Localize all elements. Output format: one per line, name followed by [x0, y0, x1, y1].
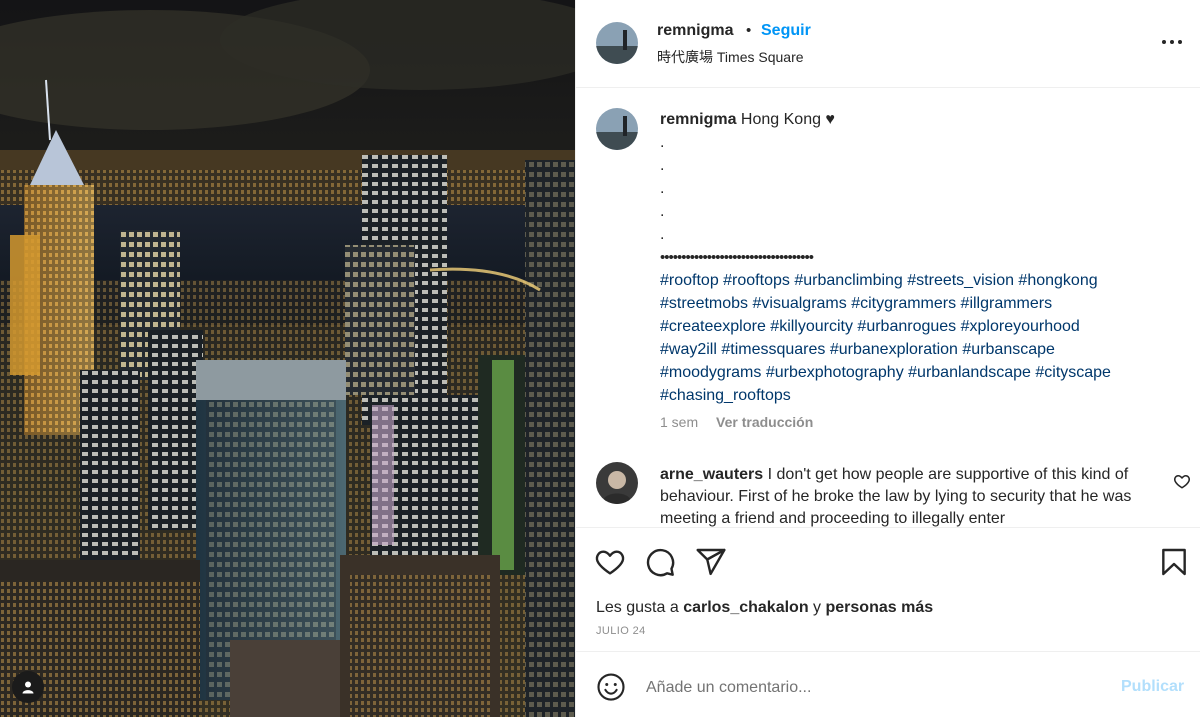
- post-header: remnigma • Seguir 時代廣場 Times Square: [576, 0, 1200, 88]
- user-icon: [22, 681, 34, 694]
- hashtag-line[interactable]: #moodygrams #urbexphotography #urbanland…: [660, 361, 1180, 384]
- liker-username[interactable]: carlos_chakalon: [683, 599, 808, 616]
- save-button[interactable]: [1158, 546, 1190, 578]
- comment-button[interactable]: [644, 546, 676, 578]
- hashtag-line[interactable]: #way2ill #timessquares #urbanexploration…: [660, 338, 1180, 361]
- hashtag-line[interactable]: #streetmobs #visualgrams #citygrammers #…: [660, 292, 1180, 315]
- comment-input[interactable]: [646, 674, 1106, 702]
- commenter-username[interactable]: arne_wauters: [660, 466, 763, 483]
- more-options-button[interactable]: [1158, 32, 1186, 52]
- separator-dot: •: [746, 22, 752, 39]
- caption-text: remnigma Hong Kong ♥ . . . . . •••••••••…: [660, 108, 1180, 407]
- tagged-user-button[interactable]: [12, 671, 44, 703]
- comment-composer: Publicar: [576, 652, 1200, 717]
- paper-plane-icon: [696, 548, 726, 576]
- likes-summary: Les gusta a carlos_chakalon y personas m…: [596, 599, 933, 617]
- likes-connector: y: [813, 599, 822, 616]
- comment-text: arne_wauters I don't get how people are …: [660, 464, 1160, 527]
- see-translation-button[interactable]: Ver traducción: [716, 414, 813, 430]
- hong-kong-night-cityscape-image: [0, 0, 575, 717]
- post-date[interactable]: JULIO 24: [596, 625, 646, 637]
- caption-dot-line: .: [660, 157, 665, 174]
- caption-username[interactable]: remnigma: [660, 111, 736, 128]
- heart-icon: [1174, 475, 1190, 489]
- post-actions: Les gusta a carlos_chakalon y personas m…: [576, 528, 1200, 652]
- share-button[interactable]: [695, 546, 727, 578]
- publish-button[interactable]: Publicar: [1121, 678, 1184, 696]
- author-username[interactable]: remnigma: [657, 22, 733, 40]
- emoji-button[interactable]: [596, 672, 626, 702]
- bookmark-icon: [1162, 548, 1186, 576]
- post-photo[interactable]: [0, 0, 575, 717]
- caption-body: Hong Kong ♥: [740, 111, 835, 128]
- location-link[interactable]: 時代廣場 Times Square: [657, 47, 804, 67]
- caption-bullet-divider: ••••••••••••••••••••••••••••••••••••: [660, 249, 814, 266]
- more-options-icon: [1162, 40, 1182, 44]
- comment-bubble-icon: [646, 548, 675, 577]
- hashtag-line[interactable]: #createexplore #killyourcity #urbanrogue…: [660, 315, 1180, 338]
- author-avatar[interactable]: [596, 22, 638, 64]
- hashtag-line[interactable]: #chasing_rooftops: [660, 384, 1180, 407]
- smiley-icon: [597, 673, 625, 701]
- caption-dot-line: .: [660, 134, 665, 151]
- caption-meta: 1 sem Ver traducción: [660, 414, 827, 430]
- commenter-avatar[interactable]: [596, 462, 638, 504]
- caption-dot-line: .: [660, 180, 665, 197]
- post-details-panel: remnigma • Seguir 時代廣場 Times Square remn…: [575, 0, 1200, 717]
- caption-dot-line: .: [660, 226, 665, 243]
- follow-button[interactable]: Seguir: [761, 22, 811, 40]
- comments-list[interactable]: remnigma Hong Kong ♥ . . . . . •••••••••…: [576, 88, 1200, 528]
- like-button[interactable]: [594, 546, 626, 578]
- caption-author-avatar[interactable]: [596, 108, 638, 150]
- caption-age[interactable]: 1 sem: [660, 414, 698, 430]
- likes-prefix: Les gusta a: [596, 599, 679, 616]
- caption-dot-line: .: [660, 203, 665, 220]
- others-likes-link[interactable]: personas más: [826, 599, 934, 616]
- heart-icon: [595, 550, 625, 575]
- hashtag-line[interactable]: #rooftop #rooftops #urbanclimbing #stree…: [660, 269, 1180, 292]
- comment-like-button[interactable]: [1173, 472, 1191, 490]
